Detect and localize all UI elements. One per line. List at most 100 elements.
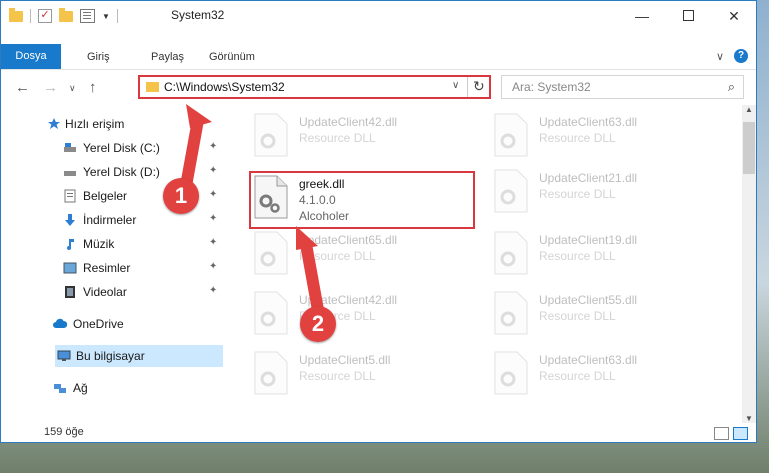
search-icon[interactable]: ⌕ bbox=[728, 79, 735, 95]
nav-item-label: Belgeler bbox=[83, 189, 128, 203]
cloud-icon bbox=[53, 318, 67, 328]
close-button[interactable]: ✕ bbox=[711, 1, 756, 31]
pin-icon: ✦ bbox=[209, 237, 218, 248]
window-title: System32 bbox=[171, 8, 225, 22]
search-placeholder: Ara: System32 bbox=[512, 80, 591, 94]
drive-icon bbox=[64, 143, 76, 152]
scrollbar-thumb[interactable] bbox=[743, 122, 755, 174]
music-icon bbox=[67, 239, 74, 250]
up-icon[interactable]: ↑ bbox=[89, 79, 97, 96]
file-item[interactable]: UpdateClient55.dll Resource DLL bbox=[489, 289, 719, 345]
tab-file[interactable]: Dosya bbox=[1, 44, 61, 69]
file-name: UpdateClient19.dll bbox=[539, 233, 638, 247]
nav-item-label: Bu bilgisayar bbox=[76, 349, 145, 363]
file-item[interactable]: UpdateClient19.dll Resource DLL bbox=[489, 229, 719, 285]
file-item[interactable]: UpdateClient5.dll Resource DLL bbox=[249, 349, 479, 405]
scroll-down-icon[interactable]: ▼ bbox=[745, 414, 753, 423]
tab-share[interactable]: Paylaş bbox=[151, 47, 184, 67]
file-name: UpdateClient63.dll bbox=[539, 115, 638, 129]
nav-item-label: Yerel Disk (C:) bbox=[83, 141, 160, 155]
drive-icon bbox=[64, 171, 76, 176]
nav-item-label: Hızlı erişim bbox=[65, 117, 125, 131]
divider bbox=[116, 9, 118, 23]
pin-icon: ✦ bbox=[209, 261, 218, 272]
file-name: UpdateClient21.dll bbox=[539, 171, 638, 185]
explorer-window: ✓ ▼ System32 — ✕ Dosya Giriş Paylaş Görü… bbox=[0, 0, 757, 443]
pin-icon: ✦ bbox=[209, 213, 218, 224]
search-input[interactable]: Ara: System32 ⌕ bbox=[501, 75, 744, 99]
file-name: UpdateClient63.dll bbox=[539, 353, 638, 367]
file-item[interactable]: UpdateClient63.dll Resource DLL bbox=[489, 349, 719, 405]
dll-file-icon bbox=[494, 231, 528, 275]
details-view-icon[interactable] bbox=[714, 427, 729, 440]
refresh-icon[interactable]: ↻ bbox=[473, 78, 485, 95]
file-item[interactable]: UpdateClient42.dll Resource DLL bbox=[249, 111, 479, 167]
scroll-up-icon[interactable]: ▲ bbox=[745, 105, 753, 114]
properties-icon[interactable] bbox=[80, 9, 95, 23]
dll-file-icon bbox=[254, 113, 288, 157]
nav-item-pictures[interactable]: Resimler ✦ bbox=[43, 257, 223, 279]
nav-item-label: Yerel Disk (D:) bbox=[83, 165, 160, 179]
file-item[interactable]: UpdateClient21.dll Resource DLL bbox=[489, 167, 719, 223]
file-list: UpdateClient42.dll Resource DLL UpdateCl… bbox=[249, 105, 739, 410]
help-icon[interactable]: ? bbox=[734, 49, 748, 63]
nav-item-network[interactable]: Ağ bbox=[43, 377, 223, 399]
pin-icon: ✦ bbox=[209, 165, 218, 176]
quick-access-toolbar: ✓ ▼ bbox=[9, 7, 118, 25]
nav-item-label: Videolar bbox=[83, 285, 127, 299]
address-bar[interactable]: C:\Windows\System32 ∨ ↻ bbox=[138, 75, 491, 99]
nav-item-disk-c[interactable]: Yerel Disk (C:) ✦ bbox=[43, 137, 223, 159]
dll-file-icon bbox=[254, 351, 288, 395]
nav-item-quick-access[interactable]: Hızlı erişim bbox=[43, 113, 223, 135]
dll-file-icon bbox=[254, 291, 288, 335]
nav-item-label: OneDrive bbox=[73, 317, 124, 331]
nav-item-this-pc[interactable]: Bu bilgisayar bbox=[55, 345, 223, 367]
ribbon-expand-icon[interactable]: ∨ bbox=[716, 50, 724, 63]
star-icon bbox=[48, 118, 60, 129]
large-icons-view-icon[interactable] bbox=[733, 427, 748, 440]
nav-item-music[interactable]: Müzik ✦ bbox=[43, 233, 223, 255]
forward-icon[interactable]: → bbox=[43, 79, 58, 96]
pin-icon: ✦ bbox=[209, 285, 218, 296]
chevron-down-icon[interactable]: ∨ bbox=[452, 80, 459, 91]
computer-icon bbox=[57, 350, 71, 361]
file-item[interactable]: UpdateClient65.dll Resource DLL bbox=[249, 229, 479, 285]
nav-item-label: İndirmeler bbox=[83, 213, 137, 227]
checkbox-icon[interactable]: ✓ bbox=[38, 9, 52, 23]
network-icon bbox=[54, 384, 66, 393]
file-type: Resource DLL bbox=[539, 131, 616, 145]
file-type: Resource DLL bbox=[539, 309, 616, 323]
file-type: Resource DLL bbox=[539, 369, 616, 383]
file-name: UpdateClient65.dll bbox=[299, 233, 398, 247]
nav-item-onedrive[interactable]: OneDrive bbox=[43, 313, 223, 335]
status-bar: 159 öğe bbox=[1, 424, 756, 442]
chevron-down-icon[interactable]: ▼ bbox=[102, 12, 110, 21]
view-switcher bbox=[714, 427, 748, 440]
videos-icon bbox=[65, 286, 75, 298]
divider bbox=[30, 9, 31, 23]
file-item[interactable]: UpdateClient42.dll Resource DLL bbox=[249, 289, 479, 345]
recent-dropdown-icon[interactable]: ∨ bbox=[69, 83, 76, 94]
back-icon[interactable]: ← bbox=[15, 79, 30, 96]
pictures-icon bbox=[63, 262, 77, 274]
dll-file-icon bbox=[494, 113, 528, 157]
file-item[interactable]: UpdateClient63.dll Resource DLL bbox=[489, 111, 719, 167]
address-path[interactable]: C:\Windows\System32 bbox=[164, 80, 285, 94]
pin-icon: ✦ bbox=[209, 189, 218, 200]
tab-view[interactable]: Görünüm bbox=[209, 47, 255, 67]
nav-item-label: Ağ bbox=[73, 381, 88, 395]
maximize-icon bbox=[682, 10, 694, 21]
new-folder-icon[interactable] bbox=[59, 7, 73, 22]
nav-item-videos[interactable]: Videolar ✦ bbox=[43, 281, 223, 303]
vertical-scrollbar[interactable]: ▲ ▼ bbox=[742, 105, 756, 423]
navigation-pane: Hızlı erişim Yerel Disk (C:) ✦ Yerel Dis… bbox=[43, 105, 228, 415]
dll-file-icon bbox=[494, 291, 528, 335]
documents-icon bbox=[64, 189, 76, 203]
nav-item-disk-d[interactable]: Yerel Disk (D:) ✦ bbox=[43, 161, 223, 183]
minimize-button[interactable]: — bbox=[619, 1, 665, 31]
file-type: Resource DLL bbox=[299, 249, 376, 263]
maximize-button[interactable] bbox=[665, 1, 711, 31]
file-type: Resource DLL bbox=[299, 369, 376, 383]
tab-home[interactable]: Giriş bbox=[87, 47, 110, 67]
nav-item-downloads[interactable]: İndirmeler ✦ bbox=[43, 209, 223, 231]
